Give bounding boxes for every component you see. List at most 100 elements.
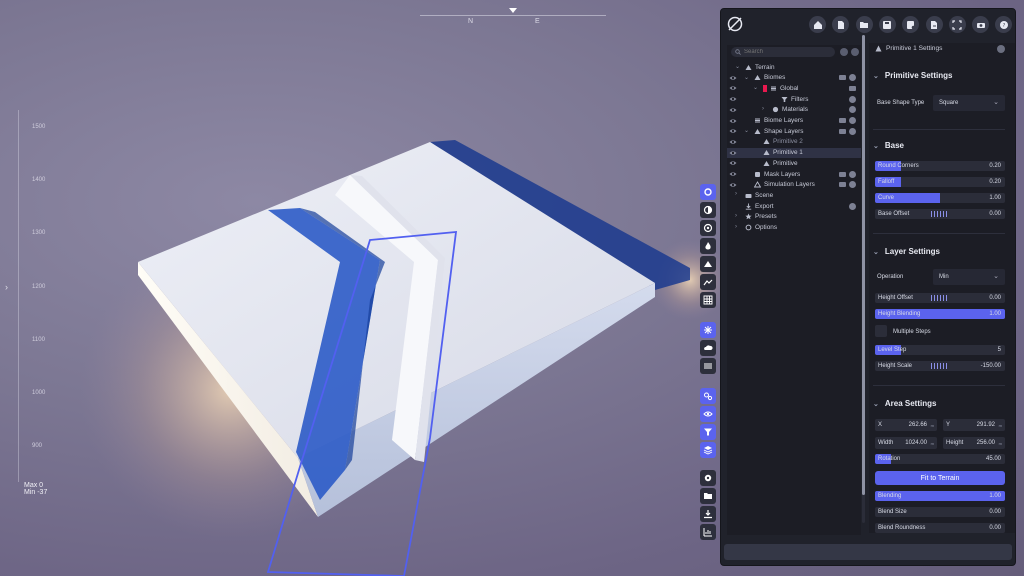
- width-field[interactable]: Width 1024.00 m: [875, 437, 937, 449]
- tree-scrollbar[interactable]: [862, 35, 865, 523]
- chevron-down-icon[interactable]: ⌄: [744, 74, 749, 81]
- add-layer-button[interactable]: [851, 48, 859, 56]
- tree-item-presets[interactable]: › Presets: [727, 212, 861, 222]
- tool-snowflake-button[interactable]: [700, 322, 716, 338]
- round-corners-slider[interactable]: Round Corners 0.20: [875, 161, 1005, 171]
- level-step-slider[interactable]: Level Step 5: [875, 345, 1005, 355]
- tool-aperture-button[interactable]: [700, 220, 716, 236]
- file-button[interactable]: [832, 16, 850, 33]
- tree-item-options[interactable]: › Options: [727, 223, 861, 233]
- chevron-right-icon[interactable]: ›: [735, 191, 737, 197]
- settings-icon[interactable]: [849, 202, 856, 210]
- tree-item-export[interactable]: Export: [727, 201, 861, 211]
- 3d-viewport[interactable]: N E 1500 1400 1300 1200 1100 1000 900 › …: [0, 0, 720, 576]
- tree-item-primitive-2[interactable]: Primitive 2: [727, 137, 861, 147]
- tool-folder-button[interactable]: [700, 488, 716, 504]
- help-button[interactable]: ?: [995, 16, 1013, 33]
- base-shape-type-select[interactable]: Square ⌄: [933, 95, 1005, 111]
- save-button[interactable]: [878, 16, 896, 33]
- visibility-eye-icon[interactable]: [729, 95, 737, 103]
- biome-color-swatch[interactable]: [763, 84, 767, 92]
- home-button[interactable]: [809, 16, 826, 33]
- base-section[interactable]: ⌄ Base: [873, 141, 904, 150]
- folder-icon[interactable]: [839, 118, 846, 123]
- operation-select[interactable]: Min ⌄: [933, 269, 1005, 285]
- falloff-slider[interactable]: Falloff 0.20: [875, 177, 1005, 187]
- multiple-steps-checkbox[interactable]: [875, 325, 887, 337]
- settings-icon[interactable]: [849, 117, 856, 124]
- compass[interactable]: N E: [420, 8, 606, 30]
- x-field[interactable]: X 262.66 m: [875, 419, 937, 431]
- tree-item-filters[interactable]: Filters: [727, 94, 861, 104]
- chevron-right-icon[interactable]: ›: [762, 106, 764, 112]
- visibility-eye-icon[interactable]: [729, 117, 737, 125]
- console-input-bar[interactable]: [724, 544, 1012, 560]
- settings-icon[interactable]: [849, 181, 856, 189]
- settings-icon[interactable]: [849, 106, 856, 114]
- settings-icon[interactable]: [849, 170, 856, 178]
- collapse-all-button[interactable]: [840, 48, 848, 56]
- folder-icon[interactable]: [839, 128, 846, 134]
- chevron-down-icon[interactable]: ⌄: [744, 127, 749, 134]
- curve-slider[interactable]: Curve 1.00: [875, 193, 1005, 203]
- folder-button[interactable]: [855, 16, 873, 33]
- tree-item-materials[interactable]: › Materials: [727, 105, 861, 115]
- height-offset-slider[interactable]: Height Offset 0.00: [875, 293, 1005, 303]
- settings-icon[interactable]: [849, 127, 856, 135]
- layer-settings-section[interactable]: ⌄ Layer Settings: [873, 247, 940, 256]
- height-scale-slider[interactable]: Height Scale -150.00: [875, 361, 1005, 371]
- visibility-eye-icon[interactable]: [729, 84, 737, 92]
- blend-size-slider[interactable]: Blend Size 0.00: [875, 507, 1005, 517]
- visibility-eye-icon[interactable]: [729, 149, 737, 157]
- visibility-eye-icon[interactable]: [729, 159, 737, 167]
- link-icon[interactable]: [849, 85, 856, 91]
- export-file-button[interactable]: [925, 16, 943, 33]
- tool-gear-button[interactable]: [700, 184, 716, 200]
- chevron-right-icon[interactable]: ›: [735, 224, 737, 230]
- tree-item-primitive-1[interactable]: Primitive 1: [727, 147, 861, 158]
- settings-icon[interactable]: [849, 74, 856, 82]
- folder-icon[interactable]: [839, 75, 846, 81]
- fullscreen-button[interactable]: [948, 16, 966, 33]
- tree-item-biome-layers[interactable]: Biome Layers: [727, 116, 861, 126]
- visibility-eye-icon[interactable]: [729, 127, 737, 135]
- fit-to-terrain-button[interactable]: Fit to Terrain: [875, 471, 1005, 485]
- chevron-down-icon[interactable]: ⌄: [753, 84, 758, 91]
- tree-item-scene[interactable]: › Scene: [727, 190, 861, 200]
- height-field[interactable]: Height 256.00 m: [943, 437, 1005, 449]
- tree-item-shape-layers[interactable]: ⌄ Shape Layers: [727, 126, 861, 136]
- primitive-settings-section[interactable]: ⌄ Primitive Settings: [873, 71, 952, 80]
- chevron-right-icon[interactable]: ›: [5, 282, 8, 292]
- chevron-down-icon[interactable]: ⌄: [735, 63, 740, 70]
- visibility-eye-icon[interactable]: [729, 138, 737, 146]
- area-settings-section[interactable]: ⌄ Area Settings: [873, 399, 936, 408]
- visibility-eye-icon[interactable]: [729, 74, 737, 82]
- tool-flame-button[interactable]: [700, 238, 716, 254]
- search-input[interactable]: [744, 49, 832, 55]
- y-field[interactable]: Y 291.92 m: [943, 419, 1005, 431]
- tree-search[interactable]: [731, 47, 835, 57]
- tool-settings-button[interactable]: [700, 470, 716, 486]
- settings-icon[interactable]: [849, 95, 856, 103]
- terrain-render[interactable]: [0, 0, 720, 576]
- tree-item-global[interactable]: ⌄ Global: [727, 83, 861, 93]
- tool-cloud-button[interactable]: [700, 340, 716, 356]
- tree-item-biomes[interactable]: ⌄ Biomes: [727, 73, 861, 83]
- folder-icon[interactable]: [839, 182, 846, 188]
- tool-eye-button[interactable]: [700, 406, 716, 422]
- tool-filter-button[interactable]: [700, 424, 716, 440]
- tool-download-button[interactable]: [700, 506, 716, 522]
- base-offset-slider[interactable]: Base Offset 0.00: [875, 209, 1005, 219]
- tool-chart-button[interactable]: [700, 524, 716, 540]
- tool-droplet-half-button[interactable]: [700, 202, 716, 218]
- folder-icon[interactable]: [839, 171, 846, 177]
- tool-gears-button[interactable]: [700, 388, 716, 404]
- tool-lines-button[interactable]: [700, 358, 716, 374]
- tree-item-primitive[interactable]: Primitive: [727, 158, 861, 168]
- close-settings-icon[interactable]: [997, 45, 1005, 53]
- tool-grid-button[interactable]: [700, 292, 716, 308]
- blending-slider[interactable]: Blending 1.00: [875, 491, 1005, 501]
- tool-mountain-button[interactable]: [700, 256, 716, 272]
- visibility-eye-icon[interactable]: [729, 106, 737, 114]
- blend-roundness-slider[interactable]: Blend Roundness 0.00: [875, 523, 1005, 533]
